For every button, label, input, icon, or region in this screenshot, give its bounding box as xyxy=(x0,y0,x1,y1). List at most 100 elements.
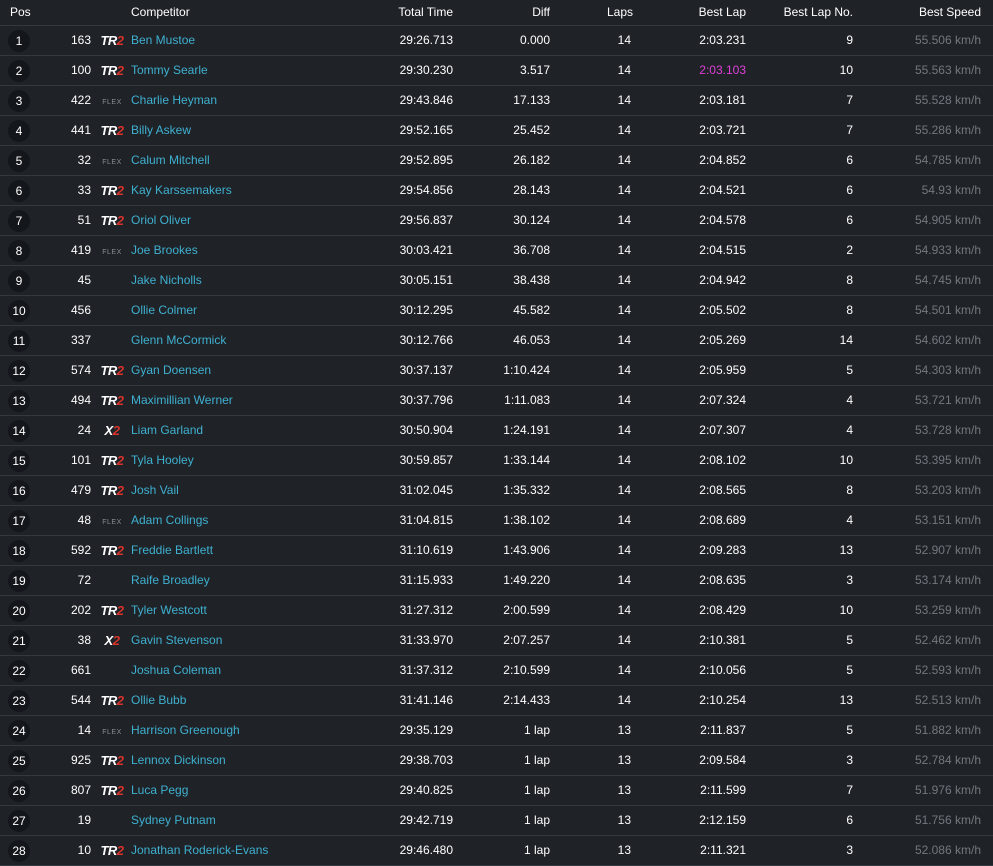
best-speed: 54.602 km/h xyxy=(853,325,993,356)
table-row[interactable]: 17 48 FLEX Adam Collings 31:04.815 1:38.102 14… xyxy=(0,505,993,536)
competitor-name-link[interactable]: Sydney Putnam xyxy=(131,813,216,827)
competitor-name-link[interactable]: Tyler Westcott xyxy=(131,603,207,617)
best-lap: 2:12.159 xyxy=(633,805,746,836)
competitor-name-link[interactable]: Gyan Doensen xyxy=(131,363,211,377)
table-row[interactable]: 4 441 TR2 Billy Askew 29:52.165 25.452 14 2:03.… xyxy=(0,115,993,146)
competitor-name-link[interactable]: Joshua Coleman xyxy=(131,663,221,677)
best-lap-no: 13 xyxy=(746,685,853,716)
header-best-lap-no[interactable]: Best Lap No. xyxy=(746,0,853,26)
table-row[interactable]: 21 38 X2 Gavin Stevenson 31:33.970 2:07.257 14… xyxy=(0,625,993,656)
class-flex-logo: FLEX xyxy=(102,729,122,736)
race-number: 202 xyxy=(44,595,93,626)
table-row[interactable]: 26 807 TR2 Luca Pegg 29:40.825 1 lap 13 2:11.59… xyxy=(0,775,993,806)
header-competitor[interactable]: Competitor xyxy=(131,0,373,26)
table-row[interactable]: 1 163 TR2 Ben Mustoe 29:26.713 0.000 14 2:03.23… xyxy=(0,25,993,56)
competitor-name-link[interactable]: Kay Karssemakers xyxy=(131,183,232,197)
class-cell: TR2 xyxy=(93,595,131,626)
table-row[interactable]: 3 422 FLEX Charlie Heyman 29:43.846 17.133 14 2… xyxy=(0,85,993,116)
competitor-name-link[interactable]: Ollie Colmer xyxy=(131,303,197,317)
total-time: 31:10.619 xyxy=(373,535,453,566)
table-row[interactable]: 24 14 FLEX Harrison Greenough 29:35.129 1 lap… xyxy=(0,715,993,746)
class-cell: TR2 xyxy=(93,25,131,56)
table-row[interactable]: 2 100 TR2 Tommy Searle 29:30.230 3.517 14 2:03.… xyxy=(0,55,993,86)
position-badge: 27 xyxy=(8,810,30,832)
table-row[interactable]: 7 51 TR2 Oriol Oliver 29:56.837 30.124 14 2:04.… xyxy=(0,205,993,236)
table-row[interactable]: 27 19 Sydney Putnam 29:42.719 1 lap 13 2:12.15… xyxy=(0,805,993,836)
table-row[interactable]: 19 72 Raife Broadley 31:15.933 1:49.220 14 2:0… xyxy=(0,565,993,596)
table-row[interactable]: 5 32 FLEX Calum Mitchell 29:52.895 26.182 14 2:… xyxy=(0,145,993,176)
diff: 1 lap xyxy=(453,715,550,746)
class-tr2-logo: TR2 xyxy=(100,122,124,138)
table-row[interactable]: 13 494 TR2 Maximillian Werner 30:37.796 1:11.… xyxy=(0,385,993,416)
laps: 14 xyxy=(550,445,633,476)
total-time: 30:12.295 xyxy=(373,295,453,326)
laps: 14 xyxy=(550,55,633,86)
race-number: 48 xyxy=(44,505,93,536)
competitor-name-link[interactable]: Liam Garland xyxy=(131,423,203,437)
class-x2-logo: X2 xyxy=(104,632,120,648)
competitor-name-link[interactable]: Jake Nicholls xyxy=(131,273,202,287)
competitor-name-link[interactable]: Jonathan Roderick-Evans xyxy=(131,843,268,857)
competitor-name-link[interactable]: Freddie Bartlett xyxy=(131,543,213,557)
table-row[interactable]: 22 661 Joshua Coleman 31:37.312 2:10.599 14 2:… xyxy=(0,655,993,686)
best-lap: 2:04.942 xyxy=(633,265,746,296)
total-time: 30:37.796 xyxy=(373,385,453,416)
table-row[interactable]: 6 33 TR2 Kay Karssemakers 29:54.856 28.143 14 2… xyxy=(0,175,993,206)
class-tr2-logo: TR2 xyxy=(100,62,124,78)
header-pos[interactable]: Pos xyxy=(0,0,44,26)
competitor-name-link[interactable]: Josh Vail xyxy=(131,483,179,497)
competitor-name-link[interactable]: Adam Collings xyxy=(131,513,208,527)
diff: 0.000 xyxy=(453,25,550,56)
competitor-name-link[interactable]: Harrison Greenough xyxy=(131,723,240,737)
best-lap: 2:03.181 xyxy=(633,85,746,116)
competitor-name-link[interactable]: Ollie Bubb xyxy=(131,693,186,707)
diff: 46.053 xyxy=(453,325,550,356)
table-row[interactable]: 9 45 Jake Nicholls 30:05.151 38.438 14 2:04.94… xyxy=(0,265,993,296)
race-number: 494 xyxy=(44,385,93,416)
position-badge: 10 xyxy=(8,300,30,322)
best-lap-no: 3 xyxy=(746,745,853,776)
table-row[interactable]: 15 101 TR2 Tyla Hooley 30:59.857 1:33.144 14 2:… xyxy=(0,445,993,476)
competitor-name-link[interactable]: Luca Pegg xyxy=(131,783,188,797)
class-tr2-logo: TR2 xyxy=(100,452,124,468)
header-laps[interactable]: Laps xyxy=(550,0,633,26)
race-number: 32 xyxy=(44,145,93,176)
competitor-name-link[interactable]: Calum Mitchell xyxy=(131,153,210,167)
table-row[interactable]: 16 479 TR2 Josh Vail 31:02.045 1:35.332 14 2:08… xyxy=(0,475,993,506)
competitor-name-link[interactable]: Glenn McCormick xyxy=(131,333,226,347)
competitor-name-link[interactable]: Ben Mustoe xyxy=(131,33,195,47)
class-tr2-logo: TR2 xyxy=(100,482,124,498)
competitor-name-link[interactable]: Charlie Heyman xyxy=(131,93,217,107)
header-best-speed[interactable]: Best Speed xyxy=(853,0,993,26)
table-row[interactable]: 8 419 FLEX Joe Brookes 30:03.421 36.708 14 2:04… xyxy=(0,235,993,266)
best-speed: 52.593 km/h xyxy=(853,655,993,686)
competitor-name-link[interactable]: Gavin Stevenson xyxy=(131,633,222,647)
best-speed: 51.882 km/h xyxy=(853,715,993,746)
table-row[interactable]: 20 202 TR2 Tyler Westcott 31:27.312 2:00.599 1… xyxy=(0,595,993,626)
table-row[interactable]: 10 456 Ollie Colmer 30:12.295 45.582 14 2:05.5… xyxy=(0,295,993,326)
class-tr2-logo: TR2 xyxy=(100,32,124,48)
competitor-name-link[interactable]: Maximillian Werner xyxy=(131,393,233,407)
competitor-name-link[interactable]: Billy Askew xyxy=(131,123,191,137)
header-best-lap[interactable]: Best Lap xyxy=(633,0,746,26)
laps: 14 xyxy=(550,505,633,536)
header-diff[interactable]: Diff xyxy=(453,0,550,26)
competitor-name-link[interactable]: Joe Brookes xyxy=(131,243,198,257)
table-row[interactable]: 11 337 Glenn McCormick 30:12.766 46.053 14 2:0… xyxy=(0,325,993,356)
table-row[interactable]: 23 544 TR2 Ollie Bubb 31:41.146 2:14.433 14 2:1… xyxy=(0,685,993,716)
position-badge: 18 xyxy=(8,540,30,562)
competitor-name-link[interactable]: Tyla Hooley xyxy=(131,453,194,467)
competitor-name-link[interactable]: Tommy Searle xyxy=(131,63,208,77)
table-row[interactable]: 18 592 TR2 Freddie Bartlett 31:10.619 1:43.90… xyxy=(0,535,993,566)
competitor-name-link[interactable]: Oriol Oliver xyxy=(131,213,191,227)
class-cell: TR2 xyxy=(93,775,131,806)
best-lap-no: 6 xyxy=(746,805,853,836)
table-row[interactable]: 25 925 TR2 Lennox Dickinson 29:38.703 1 lap 13… xyxy=(0,745,993,776)
competitor-name-link[interactable]: Raife Broadley xyxy=(131,573,210,587)
table-row[interactable]: 14 24 X2 Liam Garland 30:50.904 1:24.191 14 2:0… xyxy=(0,415,993,446)
laps: 14 xyxy=(550,115,633,146)
race-number: 101 xyxy=(44,445,93,476)
competitor-name-link[interactable]: Lennox Dickinson xyxy=(131,753,226,767)
table-row[interactable]: 12 574 TR2 Gyan Doensen 30:37.137 1:10.424 14 2… xyxy=(0,355,993,386)
header-total-time[interactable]: Total Time xyxy=(373,0,453,26)
